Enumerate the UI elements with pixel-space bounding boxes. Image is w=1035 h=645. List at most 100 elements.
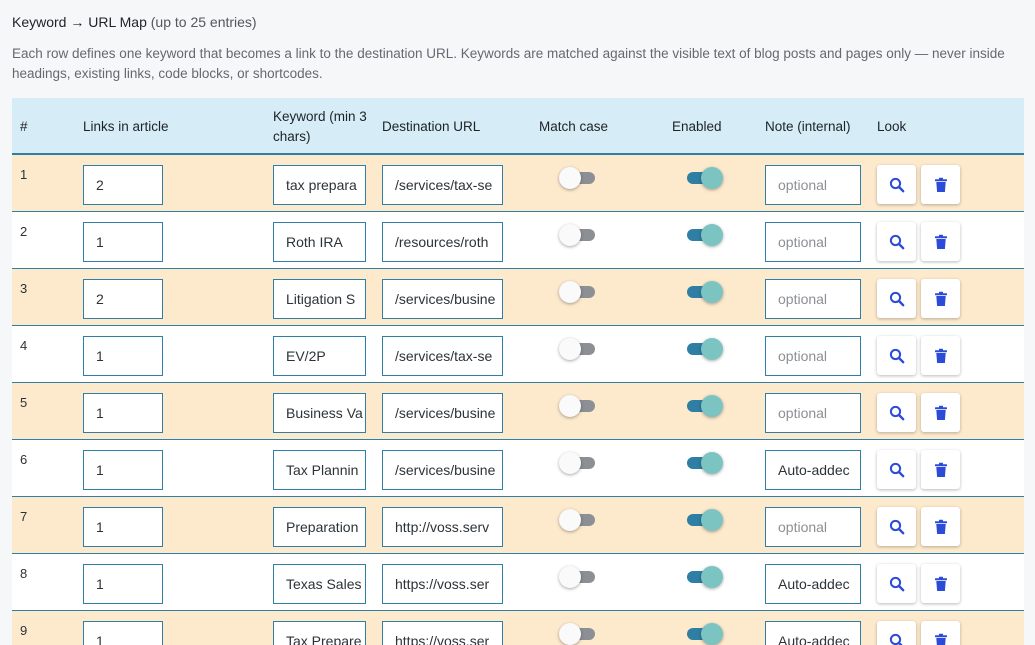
table-row: 1 2 tax prepara/services/tax-se optional: [12, 155, 1024, 212]
trash-icon: [933, 234, 949, 250]
enabled-toggle[interactable]: [687, 566, 723, 588]
table-row: 3 2 Litigation S/services/businе optional: [12, 269, 1024, 326]
destination-url-input[interactable]: /services/businе: [382, 450, 503, 490]
search-icon: [889, 633, 905, 645]
links-count-input[interactable]: 1: [83, 222, 163, 262]
note-input[interactable]: optional: [765, 279, 861, 319]
note-input[interactable]: Auto-addec: [765, 564, 861, 604]
toggle-knob: [701, 509, 723, 531]
toggle-knob: [559, 395, 581, 417]
col-header-keyword: Keyword (min 3 chars): [273, 108, 367, 144]
keyword-input[interactable]: Roth IRA: [273, 222, 366, 262]
note-input[interactable]: optional: [765, 222, 861, 262]
trash-icon: [933, 519, 949, 535]
col-header-enabled: Enabled: [672, 118, 722, 134]
delete-button[interactable]: [921, 222, 960, 261]
search-icon: [889, 405, 905, 421]
delete-button[interactable]: [921, 621, 960, 645]
keyword-input[interactable]: Litigation S: [273, 279, 366, 319]
look-button[interactable]: [877, 222, 916, 261]
enabled-toggle[interactable]: [687, 281, 723, 303]
note-input[interactable]: Auto-addec: [765, 450, 861, 490]
note-input[interactable]: optional: [765, 393, 861, 433]
note-input[interactable]: optional: [765, 507, 861, 547]
delete-button[interactable]: [921, 279, 960, 318]
enabled-toggle[interactable]: [687, 452, 723, 474]
links-count-input[interactable]: 1: [83, 336, 163, 376]
table-row: 4 1 EV/2P/services/tax-se optional: [12, 326, 1024, 383]
links-count-input[interactable]: 2: [83, 279, 163, 319]
match-case-toggle[interactable]: [559, 224, 595, 246]
section-title-sub: (up to 25 entries): [150, 14, 257, 30]
match-case-toggle[interactable]: [559, 338, 595, 360]
enabled-toggle[interactable]: [687, 338, 723, 360]
keyword-input[interactable]: tax prepara: [273, 165, 366, 205]
search-icon: [889, 348, 905, 364]
enabled-toggle[interactable]: [687, 509, 723, 531]
links-count-input[interactable]: 1: [83, 507, 163, 547]
links-count-input[interactable]: 1: [83, 621, 163, 645]
match-case-toggle[interactable]: [559, 395, 595, 417]
section-title-main: Keyword → URL Map: [12, 14, 147, 30]
row-number: 4: [20, 338, 28, 353]
keyword-input[interactable]: Business Va: [273, 393, 366, 433]
look-button[interactable]: [877, 336, 916, 375]
keyword-input[interactable]: Texas Sales: [273, 564, 366, 604]
delete-button[interactable]: [921, 450, 960, 489]
destination-url-input[interactable]: https://voss.ser: [382, 621, 503, 645]
table-row: 5 1 Business Va/services/businе optional: [12, 383, 1024, 440]
links-count-input[interactable]: 1: [83, 393, 163, 433]
toggle-knob: [559, 167, 581, 189]
match-case-toggle[interactable]: [559, 452, 595, 474]
match-case-toggle[interactable]: [559, 566, 595, 588]
look-button[interactable]: [877, 393, 916, 432]
match-case-toggle[interactable]: [559, 509, 595, 531]
search-icon: [889, 177, 905, 193]
trash-icon: [933, 405, 949, 421]
note-input[interactable]: optional: [765, 336, 861, 376]
delete-button[interactable]: [921, 393, 960, 432]
note-input[interactable]: Auto-addec: [765, 621, 861, 645]
destination-url-input[interactable]: /services/tax-se: [382, 165, 503, 205]
keyword-input[interactable]: Tax Plannin: [273, 450, 366, 490]
delete-button[interactable]: [921, 564, 960, 603]
destination-url-input[interactable]: http://voss.serv: [382, 507, 503, 547]
match-case-toggle[interactable]: [559, 281, 595, 303]
look-button[interactable]: [877, 564, 916, 603]
table-row: 8 1 Texas Sales https://voss.ser Auto-addec: [12, 554, 1024, 611]
keyword-input[interactable]: Preparation: [273, 507, 366, 547]
delete-button[interactable]: [921, 336, 960, 375]
links-count-input[interactable]: 1: [83, 564, 163, 604]
keyword-input[interactable]: EV/2P: [273, 336, 366, 376]
table-row: 9 1 Tax Prepare https://voss.ser Auto-addec: [12, 611, 1024, 645]
search-icon: [889, 519, 905, 535]
col-header-url: Destination URL: [382, 118, 481, 134]
destination-url-input[interactable]: https://voss.ser: [382, 564, 503, 604]
toggle-knob: [701, 224, 723, 246]
destination-url-input[interactable]: /services/businе: [382, 393, 503, 433]
look-button[interactable]: [877, 621, 916, 645]
look-button[interactable]: [877, 450, 916, 489]
toggle-knob: [701, 395, 723, 417]
look-button[interactable]: [877, 507, 916, 546]
match-case-toggle[interactable]: [559, 623, 595, 645]
keyword-input[interactable]: Tax Prepare: [273, 621, 366, 645]
match-case-toggle[interactable]: [559, 167, 595, 189]
look-button[interactable]: [877, 165, 916, 204]
destination-url-input[interactable]: /services/tax-se: [382, 336, 503, 376]
destination-url-input[interactable]: /services/businе: [382, 279, 503, 319]
destination-url-input[interactable]: /resources/roth: [382, 222, 503, 262]
delete-button[interactable]: [921, 165, 960, 204]
enabled-toggle[interactable]: [687, 623, 723, 645]
row-number: 3: [20, 281, 28, 296]
delete-button[interactable]: [921, 507, 960, 546]
enabled-toggle[interactable]: [687, 167, 723, 189]
toggle-knob: [559, 623, 581, 645]
enabled-toggle[interactable]: [687, 395, 723, 417]
links-count-input[interactable]: 2: [83, 165, 163, 205]
enabled-toggle[interactable]: [687, 224, 723, 246]
links-count-input[interactable]: 1: [83, 450, 163, 490]
search-icon: [889, 234, 905, 250]
note-input[interactable]: optional: [765, 165, 861, 205]
look-button[interactable]: [877, 279, 916, 318]
